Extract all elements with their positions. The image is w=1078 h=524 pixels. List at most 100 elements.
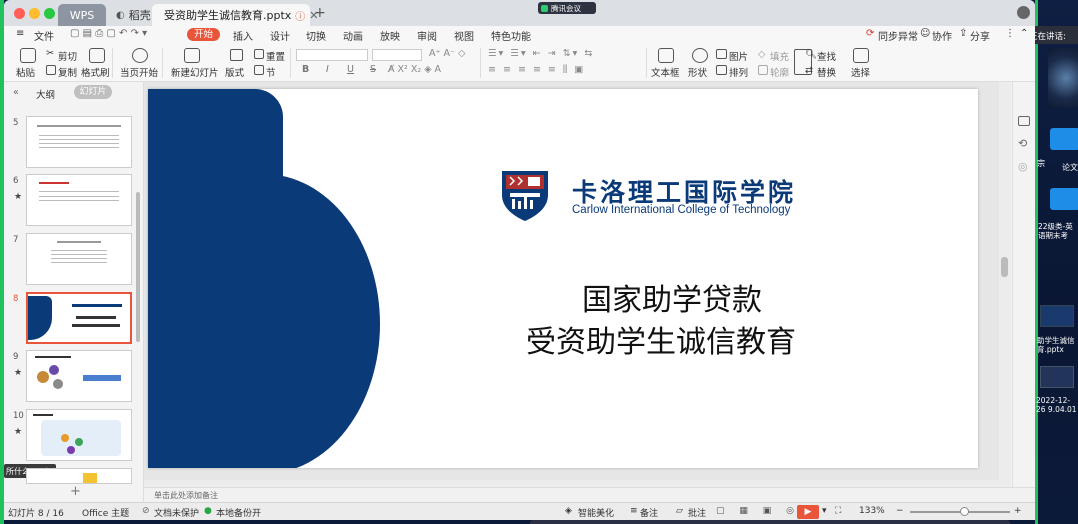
slide-thumbnail-6[interactable] <box>26 174 132 226</box>
current-slide[interactable]: 卡洛理工国际学院 Carlow International College of… <box>148 89 978 468</box>
backup-icon[interactable]: ◎ <box>1018 160 1028 173</box>
zoom-in-icon[interactable]: + <box>1014 506 1022 516</box>
comments-button[interactable]: 批注 <box>688 506 706 519</box>
font-name-select[interactable] <box>296 49 368 61</box>
tab-review[interactable]: 审阅 <box>417 28 437 43</box>
canvas-vertical-scrollbar[interactable] <box>999 82 1011 487</box>
new-slide-icon[interactable] <box>184 48 200 63</box>
history-icon[interactable]: ⟲ <box>1018 137 1027 150</box>
canvas-horizontal-scrollbar[interactable] <box>144 480 999 487</box>
format-painter-button[interactable]: 格式刷 <box>81 65 110 79</box>
sync-status[interactable]: 同步异常 <box>878 28 918 43</box>
tab-home[interactable]: 开始 <box>187 28 220 41</box>
thumbnail-scrollbar[interactable] <box>136 192 140 342</box>
new-slide-button[interactable]: 新建幻灯片 <box>171 65 219 79</box>
layout-button[interactable]: 版式 <box>225 65 244 79</box>
slide-thumbnail-11[interactable] <box>26 468 132 484</box>
new-tab-button[interactable]: + <box>314 5 326 21</box>
textbox-button[interactable]: 文本框 <box>651 65 680 79</box>
tab-outline[interactable]: 大纲 <box>36 87 55 101</box>
picture-button[interactable]: 图片 <box>729 49 748 63</box>
outline-button[interactable]: 轮廓 <box>770 65 789 79</box>
textbox-icon[interactable] <box>658 48 674 63</box>
view-mode-buttons[interactable]: ▢ ▦ ▣ ◎ <box>716 506 800 516</box>
folder-icon[interactable] <box>1050 128 1078 150</box>
slide-thumbnail-5[interactable] <box>26 116 132 168</box>
slide-thumbnail-8-active[interactable] <box>26 292 132 344</box>
pptx-file-icon[interactable] <box>1040 305 1074 327</box>
properties-icon[interactable] <box>1018 116 1030 126</box>
tab-document[interactable]: 受资助学生诚信教育.pptx ⓘ ✕ <box>152 4 319 26</box>
meeting-badge[interactable]: 腾讯会议 <box>538 2 596 14</box>
file-menu[interactable]: 文件 <box>34 28 54 43</box>
tab-slideshow[interactable]: 放映 <box>380 28 400 43</box>
slideshow-menu-icon[interactable]: ▾ <box>822 506 827 516</box>
tab-slides[interactable]: 幻灯片 <box>74 85 112 99</box>
beautify-button[interactable]: 智能美化 <box>578 506 614 519</box>
tab-insert[interactable]: 插入 <box>233 28 253 43</box>
find-button[interactable]: 查找 <box>817 49 836 63</box>
fit-window-icon[interactable]: ⛶ <box>835 506 841 516</box>
collapse-ribbon-icon[interactable]: ⌃ <box>1020 28 1028 39</box>
fill-button[interactable]: 填充 <box>770 49 789 63</box>
maximize-window-button[interactable] <box>44 8 55 19</box>
arrange-button[interactable]: 排列 <box>729 65 748 79</box>
shape-icon[interactable] <box>692 48 708 63</box>
comments-icon: ▱ <box>676 506 683 516</box>
format-painter-icon[interactable] <box>89 48 105 63</box>
close-window-button[interactable] <box>14 8 25 19</box>
play-slideshow-button[interactable]: ▶ <box>797 505 819 519</box>
folder-icon[interactable] <box>1050 188 1078 210</box>
play-icon[interactable] <box>132 48 148 63</box>
strike-button[interactable]: S <box>370 64 376 75</box>
select-button[interactable]: 选择 <box>851 65 870 79</box>
italic-button[interactable]: I <box>326 64 329 75</box>
tab-wps[interactable]: WPS <box>58 4 106 26</box>
user-avatar[interactable] <box>1017 6 1030 19</box>
shape-button[interactable]: 形状 <box>688 65 707 79</box>
select-icon[interactable] <box>853 48 869 63</box>
add-slide-icon[interactable]: + <box>70 484 81 499</box>
share-button[interactable]: 分享 <box>970 28 990 43</box>
paste-button[interactable]: 粘贴 <box>16 65 35 79</box>
screenshot-file-icon[interactable] <box>1040 366 1074 388</box>
collapse-panel-icon[interactable]: « <box>13 87 19 98</box>
notes-pane[interactable]: 单击此处添加备注 <box>144 487 1035 502</box>
tab-daoke[interactable]: ◐ 稻壳 <box>108 4 152 26</box>
section-button[interactable]: 节 <box>266 65 276 79</box>
collab-button[interactable]: 协作 <box>932 28 952 43</box>
text-effect-buttons[interactable]: A̸ X² X₂ ◈ A <box>388 64 441 75</box>
reset-button[interactable]: 重置 <box>266 49 285 63</box>
minimize-window-button[interactable] <box>29 8 40 19</box>
backup-status[interactable]: 本地备份开 <box>216 506 261 519</box>
tab-animation[interactable]: 动画 <box>343 28 363 43</box>
theme-name[interactable]: Office 主题 <box>82 506 129 519</box>
menu-icon[interactable]: ≡ <box>16 28 24 39</box>
paragraph-list-buttons[interactable]: ☰▾ ☰▾ ⇤ ⇥ ⇅▾ ⇆ <box>488 48 594 59</box>
slide-thumbnail-9[interactable] <box>26 350 132 402</box>
play-from-current-button[interactable]: 当页开始 <box>120 65 158 79</box>
protect-status[interactable]: 文档未保护 <box>154 506 199 519</box>
tab-transition[interactable]: 切换 <box>306 28 326 43</box>
slide-thumbnail-10[interactable] <box>26 409 132 461</box>
cut-button[interactable]: 剪切 <box>58 49 77 63</box>
underline-button[interactable]: U <box>347 64 354 75</box>
zoom-slider-handle[interactable] <box>960 507 969 516</box>
tab-special[interactable]: 特色功能 <box>491 28 531 43</box>
zoom-out-icon[interactable]: − <box>896 506 904 516</box>
font-size-buttons[interactable]: A⁺ A⁻ ◇ <box>429 48 465 59</box>
tab-design[interactable]: 设计 <box>270 28 290 43</box>
bold-button[interactable]: B <box>302 64 309 75</box>
paragraph-align-buttons[interactable]: ≡ ≡ ≡ ≡ ≡ ⫼ ▣ <box>488 64 585 75</box>
notes-button[interactable]: 备注 <box>640 506 658 519</box>
tab-view[interactable]: 视图 <box>454 28 474 43</box>
more-icon[interactable]: ⋮ <box>1005 28 1015 39</box>
zoom-slider[interactable] <box>910 507 1010 516</box>
paste-icon[interactable] <box>20 48 36 63</box>
replace-button[interactable]: 替换 <box>817 65 836 79</box>
font-size-select[interactable] <box>372 49 422 61</box>
slide-thumbnail-7[interactable] <box>26 233 132 285</box>
copy-button[interactable]: 复制 <box>58 65 77 79</box>
quick-access-icons[interactable]: ▢ ▤ ⎙ ▢ ↶ ↷ ▾ <box>70 28 147 39</box>
zoom-level[interactable]: 133% <box>859 506 885 516</box>
